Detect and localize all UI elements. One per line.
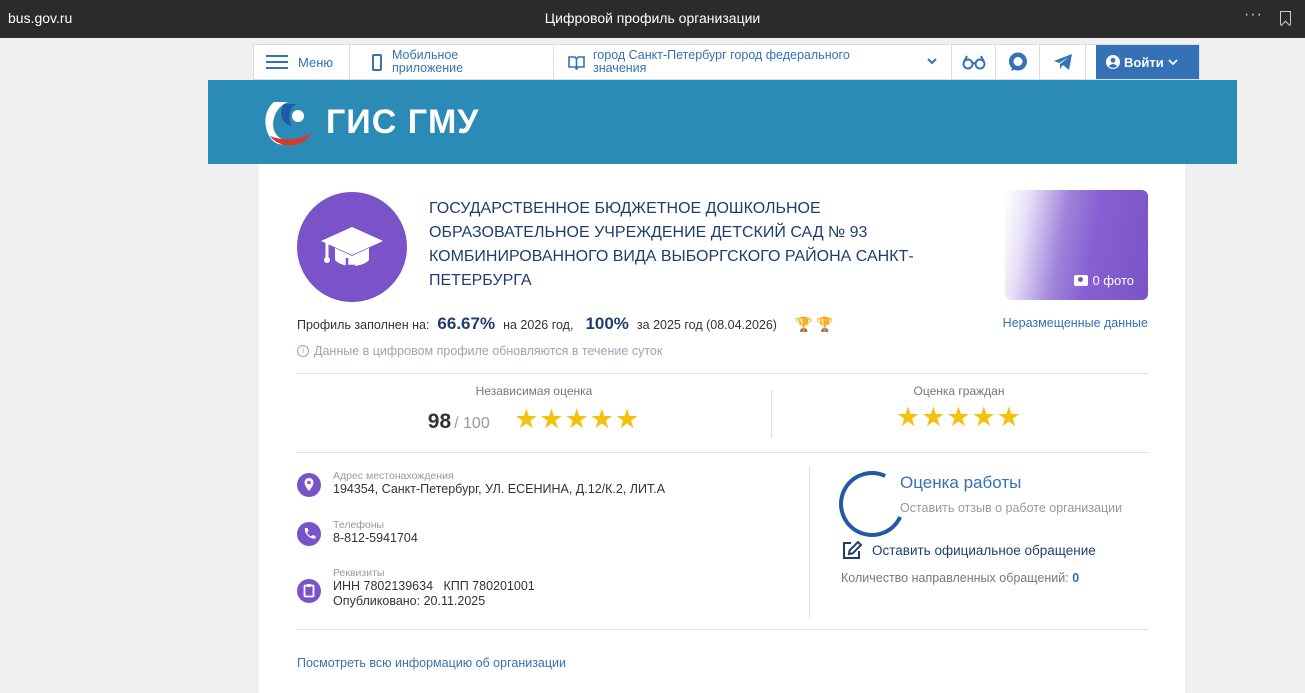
organization-name: ГОСУДАРСТВЕННОЕ БЮДЖЕТНОЕ ДОШКОЛЬНОЕ ОБР… [429, 200, 914, 289]
menu-button[interactable]: Меню [254, 45, 350, 79]
accessibility-button[interactable] [952, 45, 996, 79]
divider [296, 373, 1148, 374]
published-date: Опубликовано: 20.11.2025 [333, 594, 486, 608]
unplaced-data-link[interactable]: Неразмещенные данные [1003, 316, 1148, 330]
gis-gmu-logo-icon[interactable] [260, 96, 316, 150]
photo-count: 0 фото [1074, 273, 1134, 288]
open-book-icon [568, 55, 585, 70]
work-rating-subtitle[interactable]: Оставить отзыв о работе организации [900, 501, 1122, 515]
phone-icon [297, 522, 321, 546]
mobile-phone-icon [372, 53, 382, 71]
location-pin-icon [297, 473, 321, 497]
login-label: Войти [1124, 54, 1164, 70]
photo-label: 0 фото [1092, 273, 1134, 288]
requisites-label: Реквизиты [333, 567, 385, 579]
region-line2: значения [593, 61, 647, 75]
inn-value: ИНН 7802139634 [333, 579, 434, 593]
glasses-icon [962, 55, 985, 70]
work-rating-title[interactable]: Оценка работы [900, 473, 1021, 493]
appeal-count: Количество направленных обращений: 0 [841, 571, 1079, 585]
update-note-text: Данные в цифровом профиле обновляются в … [314, 344, 663, 358]
citizens-rating-label: Оценка граждан [913, 384, 1005, 398]
edit-icon [843, 540, 863, 559]
completion-2026-label: на 2026 год, [503, 318, 574, 332]
kpp-value: КПП 780201001 [443, 579, 535, 593]
telegram-button[interactable] [1040, 45, 1086, 79]
completion-2025: 100% [585, 314, 629, 333]
address-label: Адрес местонахождения [333, 470, 454, 482]
official-appeal-label: Оставить официальное обращение [872, 542, 1096, 558]
filled-label: Профиль заполнен на: [297, 318, 430, 332]
profile-completion: Профиль заполнен на: 66.67% на 2026 год,… [297, 314, 838, 334]
organization-card: ГОСУДАРСТВЕННОЕ БЮДЖЕТНОЕ ДОШКОЛЬНОЕ ОБР… [259, 164, 1185, 693]
completion-2026: 66.67% [437, 314, 496, 333]
divider [771, 390, 772, 438]
phones-item: Телефоны 8-812-5941704 [297, 519, 418, 546]
organization-avatar [297, 192, 407, 302]
independent-rating: Независимая оценка 98/ 100 ★★★★★ [369, 384, 699, 435]
user-icon [1106, 55, 1120, 69]
mobile-label-line1: Мобильное [392, 48, 459, 62]
completion-2025-label: за 2025 год (08.04.2026) [636, 318, 777, 332]
independent-rating-label: Независимая оценка [475, 384, 593, 398]
bookmark-icon[interactable] [1280, 11, 1291, 25]
telegram-icon [1053, 54, 1072, 70]
appeal-count-label: Количество направленных обращений: [841, 571, 1069, 585]
chevron-down-icon [1168, 59, 1178, 66]
official-appeal-link[interactable]: Оставить официальное обращение [841, 540, 1096, 560]
divider [296, 452, 1148, 453]
photo-gallery[interactable]: 0 фото [1005, 190, 1148, 300]
independent-score: 98 [427, 410, 452, 433]
camera-icon [1074, 275, 1089, 286]
trophy-icon: 🏆🏆 [794, 316, 838, 332]
top-navigation: Меню Мобильное приложение город Санкт-Пе… [253, 44, 1200, 80]
clipboard-icon [297, 579, 321, 603]
update-note: i Данные в цифровом профиле обновляются … [297, 344, 662, 358]
independent-stars: ★★★★★ [514, 404, 641, 434]
logo-text[interactable]: ГИС ГМУ [326, 103, 479, 142]
chevron-down-icon [927, 58, 937, 65]
citizens-rating: Оценка граждан ★★★★★ [799, 384, 1119, 433]
chat-bubble-icon [1008, 52, 1027, 71]
phone-value[interactable]: 8-812-5941704 [333, 531, 418, 546]
address-item: Адрес местонахождения 194354, Санкт-Пете… [297, 470, 665, 497]
mobile-label-line2: приложение [392, 61, 464, 75]
appeal-count-value: 0 [1072, 571, 1080, 585]
browser-title-bar: bus.gov.ru Цифровой профиль организации … [0, 0, 1305, 38]
requisites-item: Реквизиты ИНН 7802139634 КПП 780201001 О… [297, 567, 535, 609]
citizens-stars[interactable]: ★★★★★ [799, 402, 1119, 433]
hamburger-icon [266, 55, 288, 69]
independent-score-max: / 100 [454, 415, 490, 432]
region-selector[interactable]: город Санкт-Петербург город федерального… [554, 45, 952, 79]
login-button[interactable]: Войти [1096, 45, 1200, 79]
region-line1: город Санкт-Петербург город федерального [593, 48, 850, 62]
all-info-link[interactable]: Посмотреть всю информацию об организации [297, 656, 566, 670]
mobile-app-link[interactable]: Мобильное приложение [350, 45, 554, 79]
chat-button[interactable] [996, 45, 1040, 79]
more-options-icon[interactable]: ··· [1244, 6, 1263, 24]
phones-label: Телефоны [333, 519, 385, 531]
graduation-cap-icon [321, 227, 383, 268]
info-icon: i [297, 345, 309, 357]
site-banner: ГИС ГМУ [208, 80, 1237, 164]
divider [296, 629, 1148, 630]
divider [809, 466, 810, 618]
browser-title: Цифровой профиль организации [544, 10, 761, 26]
menu-label: Меню [298, 54, 334, 70]
address-value: 194354, Санкт-Петербург, УЛ. ЕСЕНИНА, Д.… [333, 482, 666, 496]
